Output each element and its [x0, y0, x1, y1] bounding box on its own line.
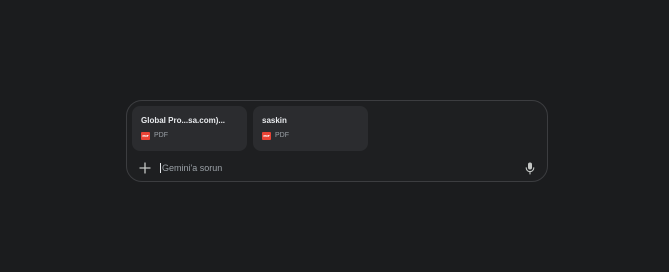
attachment-type: PDF: [154, 132, 168, 139]
attachment-meta: PDF PDF: [141, 132, 238, 140]
pdf-file-icon: PDF: [141, 132, 150, 140]
attachment-type: PDF: [275, 132, 289, 139]
plus-icon: [139, 162, 151, 174]
attachment-title: saskin: [262, 116, 287, 125]
prompt-input[interactable]: [162, 163, 462, 173]
attachment-chip-saskin[interactable]: saskin PDF PDF: [253, 106, 368, 151]
attachment-title: Global Pro...sa.com)...: [141, 116, 226, 125]
prompt-field-wrapper: [160, 160, 523, 176]
microphone-icon: [525, 162, 535, 175]
pdf-file-icon: PDF: [262, 132, 271, 140]
attachment-list: Global Pro...sa.com)... PDF PDF saskin P…: [132, 106, 368, 151]
text-caret: [160, 163, 161, 173]
microphone-button[interactable]: [523, 160, 537, 176]
add-button[interactable]: [137, 160, 153, 176]
prompt-composer: Global Pro...sa.com)... PDF PDF saskin P…: [126, 100, 548, 182]
attachment-chip-global-pro[interactable]: Global Pro...sa.com)... PDF PDF: [132, 106, 247, 151]
prompt-input-row: [137, 158, 537, 178]
attachment-meta: PDF PDF: [262, 132, 359, 140]
